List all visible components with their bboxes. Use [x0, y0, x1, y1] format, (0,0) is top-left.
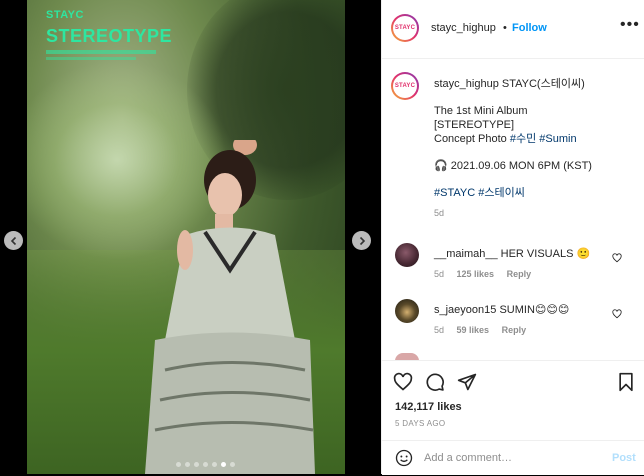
- carousel-dot: [176, 462, 181, 467]
- commenter-avatar[interactable]: [395, 299, 419, 323]
- heart-outline-icon[interactable]: [612, 309, 622, 319]
- follow-button[interactable]: Follow: [512, 22, 547, 34]
- comment-text: SUMIN😊😊😊: [499, 304, 570, 316]
- heart-icon[interactable]: [393, 372, 413, 392]
- chevron-right-icon: [359, 236, 365, 245]
- person-figure: [145, 140, 315, 474]
- likes-count[interactable]: 142,117 likes: [395, 401, 462, 413]
- caption-age: 5d: [434, 208, 445, 218]
- album-logo-subline-2: [46, 57, 136, 60]
- album-logo-artist: STAYC: [46, 9, 84, 21]
- header-username[interactable]: stayc_highup: [431, 22, 496, 34]
- carousel-dot: [221, 462, 226, 467]
- commenter-avatar[interactable]: [395, 243, 419, 267]
- share-icon[interactable]: [457, 372, 477, 392]
- account-avatar[interactable]: STAYC: [391, 14, 419, 42]
- caption-line-3: Concept Photo: [434, 133, 507, 145]
- comment-username[interactable]: __maimah__: [434, 248, 498, 260]
- comment-meta: 5d 125 likes Reply: [434, 269, 531, 279]
- comment-username[interactable]: s_jaeyoon15: [434, 304, 496, 316]
- album-logo-title: STEREOTYPE: [46, 26, 173, 46]
- caption-date-line: 🎧 2021.09.06 MON 6PM (KST): [434, 160, 592, 172]
- concept-photo: [27, 0, 345, 474]
- carousel-dot: [212, 462, 217, 467]
- reply-button[interactable]: Reply: [502, 325, 527, 335]
- more-options-icon[interactable]: •••: [620, 16, 640, 34]
- hashtag-link[interactable]: #Sumin: [539, 133, 576, 145]
- comment-likes[interactable]: 125 likes: [457, 269, 495, 279]
- post-actions: 142,117 likes 5 DAYS AGO Post: [382, 360, 644, 475]
- bookmark-icon[interactable]: [616, 372, 636, 392]
- album-logo-subline: [46, 50, 156, 54]
- add-comment-input[interactable]: [424, 450, 594, 466]
- next-slide-button[interactable]: [352, 231, 371, 250]
- prev-slide-button[interactable]: [4, 231, 23, 250]
- comment-item: s_jaeyoon15 SUMIN😊😊😊 5d 59 likes Reply: [382, 299, 644, 339]
- header-separator: •: [503, 22, 507, 34]
- caption-title: STAYC(스테이씨): [501, 78, 585, 90]
- comment-text-row: s_jaeyoon15 SUMIN😊😊😊: [434, 303, 609, 316]
- carousel-dot: [230, 462, 235, 467]
- comment-age: 5d: [434, 325, 445, 335]
- comment-text-row: __maimah__ HER VISUALS 🙂: [434, 247, 609, 260]
- heart-outline-icon[interactable]: [612, 253, 622, 263]
- hashtag-link[interactable]: #수민: [510, 133, 536, 145]
- post-time-ago: 5 DAYS AGO: [395, 419, 446, 428]
- caption-line-2: [STEREOTYPE]: [434, 119, 515, 131]
- comment-meta: 5d 59 likes Reply: [434, 325, 526, 335]
- caption-line-1: The 1st Mini Album: [434, 105, 528, 117]
- post-panel: STAYC stayc_highup • Follow ••• STAYC st…: [381, 0, 644, 475]
- caption-username[interactable]: stayc_highup: [434, 78, 499, 90]
- carousel-dot: [194, 462, 199, 467]
- carousel-dot: [203, 462, 208, 467]
- caption-avatar[interactable]: STAYC: [391, 72, 419, 100]
- add-comment-bar: Post: [382, 440, 644, 476]
- hashtag-link[interactable]: #STAYC: [434, 187, 475, 199]
- avatar-text: STAYC: [394, 25, 416, 31]
- caption-text: stayc_highup STAYC(스테이씨) The 1st Mini Al…: [434, 77, 634, 220]
- comment-icon[interactable]: [425, 372, 445, 392]
- post-media: STAYC STEREOTYPE: [0, 0, 381, 474]
- carousel-indicator: [176, 462, 235, 467]
- emoji-icon[interactable]: [395, 449, 413, 467]
- post-comment-button[interactable]: Post: [612, 452, 636, 464]
- post-header: STAYC stayc_highup • Follow •••: [382, 0, 644, 59]
- carousel-dot: [185, 462, 190, 467]
- comment-age: 5d: [434, 269, 445, 279]
- chevron-left-icon: [10, 236, 16, 245]
- avatar-text: STAYC: [394, 83, 416, 89]
- reply-button[interactable]: Reply: [507, 269, 532, 279]
- hashtag-link[interactable]: #스테이씨: [478, 187, 525, 199]
- comment-item: __maimah__ HER VISUALS 🙂 5d 125 likes Re…: [382, 243, 644, 283]
- comment-likes[interactable]: 59 likes: [457, 325, 490, 335]
- comment-text: HER VISUALS 🙂: [500, 248, 591, 260]
